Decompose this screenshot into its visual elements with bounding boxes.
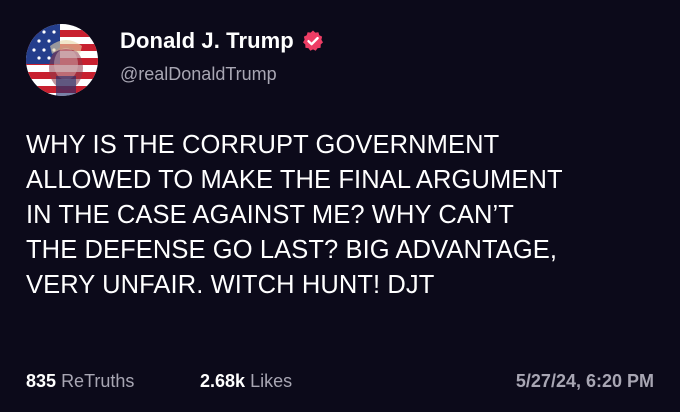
verified-badge-icon xyxy=(302,30,323,51)
retruths-count: 835 xyxy=(26,371,57,391)
retruths-label: ReTruths xyxy=(61,371,135,391)
retruths-stat[interactable]: 835 ReTruths xyxy=(26,371,134,392)
post-text: WHY IS THE CORRUPT GOVERNMENT ALLOWED TO… xyxy=(26,131,563,299)
likes-count: 2.68k xyxy=(200,371,246,391)
author-name-text[interactable]: Donald J. Trump xyxy=(120,28,294,54)
avatar[interactable] xyxy=(26,24,98,96)
truth-post: Donald J. Trump @realDonaldTrump WHY IS … xyxy=(0,0,680,412)
post-timestamp[interactable]: 5/27/24, 6:20 PM xyxy=(516,371,654,392)
likes-stat[interactable]: 2.68k Likes xyxy=(200,371,292,392)
author-handle[interactable]: @realDonaldTrump xyxy=(120,64,277,85)
likes-label: Likes xyxy=(250,371,293,391)
flag-portrait-icon xyxy=(26,24,98,96)
author-name[interactable]: Donald J. Trump xyxy=(120,28,325,54)
